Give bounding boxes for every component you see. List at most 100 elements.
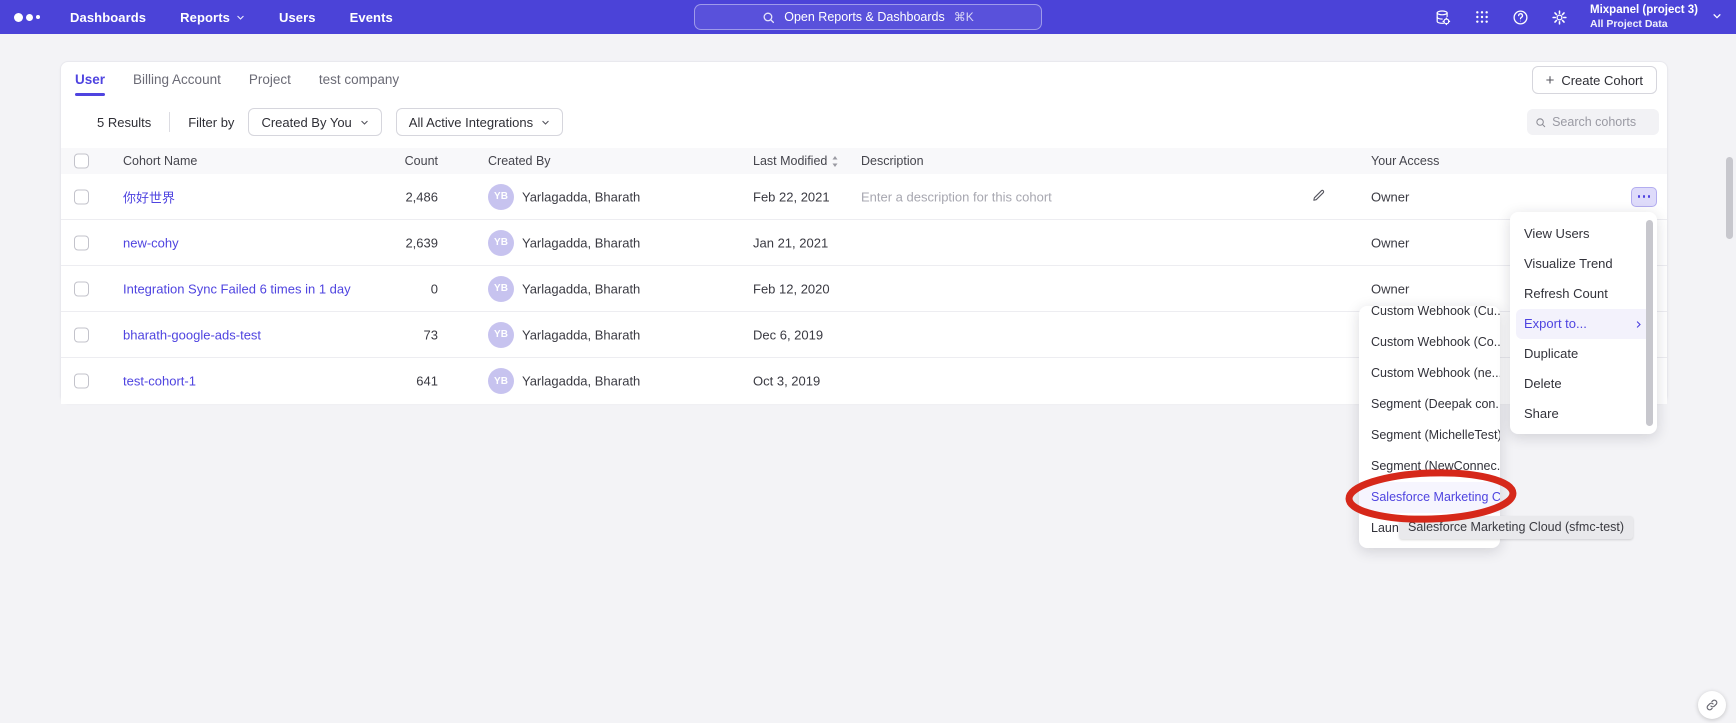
col-cohort-name[interactable]: Cohort Name — [123, 154, 197, 168]
integration-tooltip: Salesforce Marketing Cloud (sfmc-test) — [1399, 516, 1633, 539]
cohort-name-link[interactable]: test-cohort-1 — [123, 374, 196, 389]
edit-description-pencil-icon[interactable] — [1311, 188, 1326, 206]
avatar: YB — [488, 184, 514, 210]
top-navigation: Dashboards Reports Users Events Open Rep… — [0, 0, 1736, 34]
more-actions-button[interactable] — [1631, 187, 1657, 207]
last-modified-date: Jan 21, 2021 — [753, 235, 828, 250]
menu-item-view-users[interactable]: View Users — [1510, 219, 1657, 249]
chevron-down-icon — [236, 13, 245, 22]
cohort-count: 2,639 — [321, 235, 438, 250]
tab-project[interactable]: Project — [249, 62, 291, 98]
context-menu-scrollbar[interactable] — [1646, 220, 1653, 426]
filter-by-label: Filter by — [188, 115, 234, 130]
data-management-icon[interactable] — [1434, 9, 1451, 26]
menu-item-export-to[interactable]: Export to... — [1516, 309, 1651, 339]
menu-item-segment-newconnec[interactable]: Segment (NewConnec... — [1359, 451, 1500, 482]
avatar: YB — [488, 368, 514, 394]
tab-user[interactable]: User — [75, 62, 105, 98]
created-by-name: Yarlagadda, Bharath — [522, 327, 640, 342]
access-value: Owner — [1371, 189, 1409, 204]
menu-item-share[interactable]: Share — [1510, 399, 1657, 429]
search-icon — [1535, 116, 1546, 129]
settings-gear-icon[interactable] — [1551, 9, 1568, 26]
created-by-name: Yarlagadda, Bharath — [522, 189, 640, 204]
menu-item-custom-webhook-3[interactable]: Custom Webhook (ne... — [1359, 358, 1500, 389]
search-shortcut: ⌘K — [954, 10, 974, 24]
last-modified-date: Oct 3, 2019 — [753, 374, 820, 389]
col-created-by[interactable]: Created By — [488, 154, 551, 168]
apps-grid-icon[interactable] — [1473, 9, 1490, 26]
menu-item-refresh-count[interactable]: Refresh Count — [1510, 279, 1657, 309]
table-row: 你好世界 2,486 YB Yarlagadda, Bharath Feb 22… — [61, 174, 1667, 220]
row-checkbox[interactable] — [74, 327, 89, 342]
cohort-name-link[interactable]: Integration Sync Failed 6 times in 1 day — [123, 281, 351, 296]
tab-test-company[interactable]: test company — [319, 62, 399, 98]
menu-item-segment-michelle[interactable]: Segment (MichelleTest) — [1359, 420, 1500, 451]
divider — [169, 112, 170, 132]
cohort-name-link[interactable]: bharath-google-ads-test — [123, 327, 261, 342]
sort-icon[interactable] — [831, 156, 839, 167]
last-modified-date: Feb 12, 2020 — [753, 281, 830, 296]
cohort-name-link[interactable]: new-cohy — [123, 235, 179, 250]
access-value: Owner — [1371, 281, 1409, 296]
nav-users[interactable]: Users — [279, 10, 316, 25]
nav-dashboards[interactable]: Dashboards — [70, 10, 146, 25]
menu-item-visualize-trend[interactable]: Visualize Trend — [1510, 249, 1657, 279]
menu-item-custom-webhook-2[interactable]: Custom Webhook (Co... — [1359, 327, 1500, 358]
last-modified-date: Feb 22, 2021 — [753, 189, 830, 204]
col-last-modified[interactable]: Last Modified — [753, 154, 839, 168]
tab-billing-account[interactable]: Billing Account — [133, 62, 221, 98]
row-context-menu: View Users Visualize Trend Refresh Count… — [1510, 212, 1657, 434]
avatar: YB — [488, 230, 514, 256]
project-name: Mixpanel (project 3) — [1590, 3, 1698, 17]
menu-item-duplicate[interactable]: Duplicate — [1510, 339, 1657, 369]
cohort-count: 73 — [321, 327, 438, 342]
integrations-dropdown[interactable]: All Active Integrations — [396, 108, 563, 136]
row-checkbox[interactable] — [74, 281, 89, 296]
nav-reports[interactable]: Reports — [180, 10, 245, 25]
avatar: YB — [488, 322, 514, 348]
help-icon[interactable] — [1512, 9, 1529, 26]
row-checkbox[interactable] — [74, 235, 89, 250]
project-scope: All Project Data — [1590, 18, 1698, 31]
search-icon — [762, 11, 775, 24]
cohort-name-link[interactable]: 你好世界 — [123, 187, 175, 206]
col-count[interactable]: Count — [321, 154, 438, 168]
menu-item-segment-deepak[interactable]: Segment (Deepak con... — [1359, 389, 1500, 420]
col-description: Description — [861, 154, 924, 168]
chevron-down-icon — [360, 118, 369, 127]
create-cohort-button[interactable]: + Create Cohort — [1532, 66, 1657, 94]
project-chevron-down-icon[interactable] — [1712, 8, 1722, 26]
cohort-count: 0 — [321, 281, 438, 296]
avatar: YB — [488, 276, 514, 302]
global-search-bar[interactable]: Open Reports & Dashboards ⌘K — [694, 4, 1042, 30]
plus-icon: + — [1546, 73, 1555, 88]
access-value: Owner — [1371, 235, 1409, 250]
table-header: Cohort Name Count Created By Last Modifi… — [61, 148, 1667, 174]
select-all-checkbox[interactable] — [74, 154, 89, 169]
description-placeholder[interactable]: Enter a description for this cohort — [861, 189, 1052, 204]
cohort-count: 2,486 — [321, 189, 438, 204]
nav-events[interactable]: Events — [350, 10, 393, 25]
project-switcher[interactable]: Mixpanel (project 3) All Project Data — [1590, 3, 1698, 31]
share-link-button[interactable] — [1698, 691, 1726, 719]
submenu-scrollbar[interactable] — [1726, 157, 1733, 239]
created-by-dropdown[interactable]: Created By You — [248, 108, 381, 136]
table-row: new-cohy 2,639 YB Yarlagadda, Bharath Ja… — [61, 220, 1667, 266]
menu-item-custom-webhook-1[interactable]: Custom Webhook (Cu... — [1359, 306, 1500, 327]
last-modified-date: Dec 6, 2019 — [753, 327, 823, 342]
cohort-count: 641 — [321, 374, 438, 389]
search-cohorts-field[interactable] — [1527, 109, 1659, 135]
col-your-access: Your Access — [1371, 154, 1439, 168]
results-count: 5 Results — [97, 115, 151, 130]
menu-item-delete[interactable]: Delete — [1510, 369, 1657, 399]
cohorts-page: Dashboards Reports Users Events Open Rep… — [0, 0, 1736, 723]
chevron-right-icon — [1634, 320, 1643, 329]
created-by-name: Yarlagadda, Bharath — [522, 235, 640, 250]
search-cohorts-input[interactable] — [1552, 115, 1651, 129]
row-checkbox[interactable] — [74, 374, 89, 389]
link-icon — [1705, 698, 1719, 712]
row-checkbox[interactable] — [74, 189, 89, 204]
mixpanel-logo-icon[interactable] — [14, 13, 40, 22]
menu-item-salesforce-marketing-cloud[interactable]: Salesforce Marketing C... — [1359, 482, 1500, 513]
